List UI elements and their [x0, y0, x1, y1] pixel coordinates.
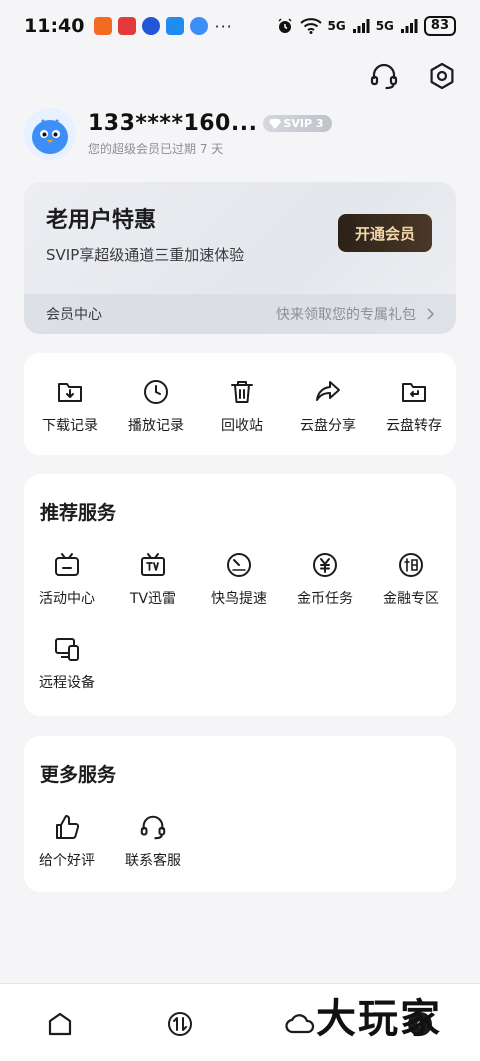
service-label: 金币任务 [297, 591, 353, 607]
home-icon [48, 1012, 72, 1036]
bird-avatar-icon [32, 119, 68, 154]
quick-action-play-history[interactable]: 播放记录 [113, 377, 199, 435]
recommended-services-card: 推荐服务 活动中心 TV迅雷 快鸟提速 金币任务 金融专区 远程设备 [24, 474, 456, 716]
more-services-title: 更多服务 [40, 764, 117, 786]
quick-actions-card: 下载记录 播放记录 回收站 云盘分享 云盘转存 [24, 353, 456, 455]
profile-info: 133****160... SVIP 3 您的超级会员已过期 7 天 [88, 111, 332, 157]
service-coin-tasks[interactable]: 金币任务 [282, 550, 368, 608]
tv-icon [138, 550, 168, 580]
quick-action-cloud-transfer[interactable]: 云盘转存 [371, 377, 457, 435]
vip-promo-title: 老用户特惠 [46, 208, 157, 233]
loan-icon [396, 550, 426, 580]
member-center-link[interactable]: 会员中心 快来领取您的专属礼包 [24, 294, 456, 334]
tab-cloud[interactable] [282, 1006, 318, 1042]
service-label: 远程设备 [39, 675, 95, 691]
user-name[interactable]: 133****160... [88, 111, 257, 136]
download-folder-icon [55, 377, 85, 407]
notification-icons [94, 17, 209, 35]
watermark-text: 大玩家 [316, 995, 442, 1042]
gear-icon [430, 62, 454, 90]
customer-service-button[interactable] [368, 60, 400, 92]
quick-action-label: 回收站 [221, 418, 263, 434]
tab-home[interactable] [42, 1006, 78, 1042]
network-type-2: 5G [375, 19, 394, 33]
service-label: 金融专区 [383, 591, 439, 607]
app-notification-icon [166, 17, 185, 35]
service-label: 给个好评 [39, 853, 95, 869]
quick-action-label: 播放记录 [128, 418, 184, 434]
recommended-title: 推荐服务 [40, 502, 117, 524]
app-notification-icon [142, 17, 161, 35]
vip-promo-desc: SVIP享超级通道三重加速体验 [46, 246, 245, 264]
service-label: TV迅雷 [129, 591, 177, 607]
service-remote-device[interactable]: 远程设备 [24, 634, 110, 692]
status-time: 11:40 [24, 15, 85, 37]
quick-action-label: 下载记录 [42, 418, 98, 434]
gift-link[interactable]: 快来领取您的专属礼包 [276, 304, 434, 324]
transfer-folder-icon [399, 377, 429, 407]
service-contact-support[interactable]: 联系客服 [110, 812, 196, 870]
quick-action-cloud-share[interactable]: 云盘分享 [285, 377, 371, 435]
app-notification-icon [118, 17, 137, 35]
app-notification-icon [94, 17, 113, 35]
service-tv-xunlei[interactable]: TV迅雷 [110, 550, 196, 608]
headset-icon [138, 812, 168, 842]
signal-icon [400, 19, 418, 33]
activity-tv-icon [52, 550, 82, 580]
profile-name-row: 133****160... SVIP 3 [88, 111, 332, 136]
avatar[interactable] [24, 108, 76, 160]
alarm-icon [277, 18, 292, 33]
open-vip-button[interactable]: 开通会员 [338, 214, 432, 252]
network-type-1: 5G [327, 19, 346, 33]
service-label: 快鸟提速 [211, 591, 267, 607]
speedometer-icon [224, 550, 254, 580]
wifi-icon [299, 18, 322, 34]
signal-icon [352, 19, 370, 33]
tab-transfer[interactable] [162, 1006, 198, 1042]
settings-button[interactable] [426, 60, 458, 92]
service-label: 活动中心 [39, 591, 95, 607]
transfer-icon [168, 1012, 192, 1036]
clock-icon [141, 377, 171, 407]
user-profile[interactable]: 133****160... SVIP 3 您的超级会员已过期 7 天 [24, 108, 332, 160]
svip-badge[interactable]: SVIP 3 [263, 115, 332, 132]
trash-icon [227, 377, 257, 407]
service-label: 联系客服 [125, 853, 181, 869]
gift-link-label: 快来领取您的专属礼包 [276, 307, 416, 323]
app-notification-icon [190, 17, 209, 35]
more-notifications-icon: ··· [214, 16, 233, 36]
svip-level: SVIP 3 [283, 117, 324, 130]
remote-device-icon [52, 634, 82, 664]
service-kuainiao-speedup[interactable]: 快鸟提速 [196, 550, 282, 608]
chevron-right-icon [427, 308, 434, 320]
top-actions [368, 60, 458, 92]
share-arrow-icon [313, 377, 343, 407]
membership-status: 您的超级会员已过期 7 天 [88, 142, 224, 156]
coin-icon [310, 550, 340, 580]
diamond-icon [269, 118, 282, 129]
more-services-card: 更多服务 给个好评 联系客服 [24, 736, 456, 892]
vip-promo-card[interactable]: 老用户特惠 SVIP享超级通道三重加速体验 开通会员 会员中心 快来领取您的专属… [24, 182, 456, 334]
headset-icon [370, 63, 398, 90]
quick-action-recycle-bin[interactable]: 回收站 [199, 377, 285, 435]
cloud-icon [285, 1014, 315, 1034]
quick-action-label: 云盘分享 [300, 418, 356, 434]
service-give-rating[interactable]: 给个好评 [24, 812, 110, 870]
quick-action-download-records[interactable]: 下载记录 [27, 377, 113, 435]
status-bar: 11:40 ··· 5G 5G 83 [0, 0, 480, 52]
member-center-label: 会员中心 [46, 307, 102, 323]
service-activity-center[interactable]: 活动中心 [24, 550, 110, 608]
service-finance-zone[interactable]: 金融专区 [368, 550, 454, 608]
thumbs-up-icon [52, 812, 82, 842]
status-indicators: 5G 5G 83 [276, 16, 456, 36]
quick-action-label: 云盘转存 [386, 418, 442, 434]
battery-level: 83 [423, 16, 456, 36]
